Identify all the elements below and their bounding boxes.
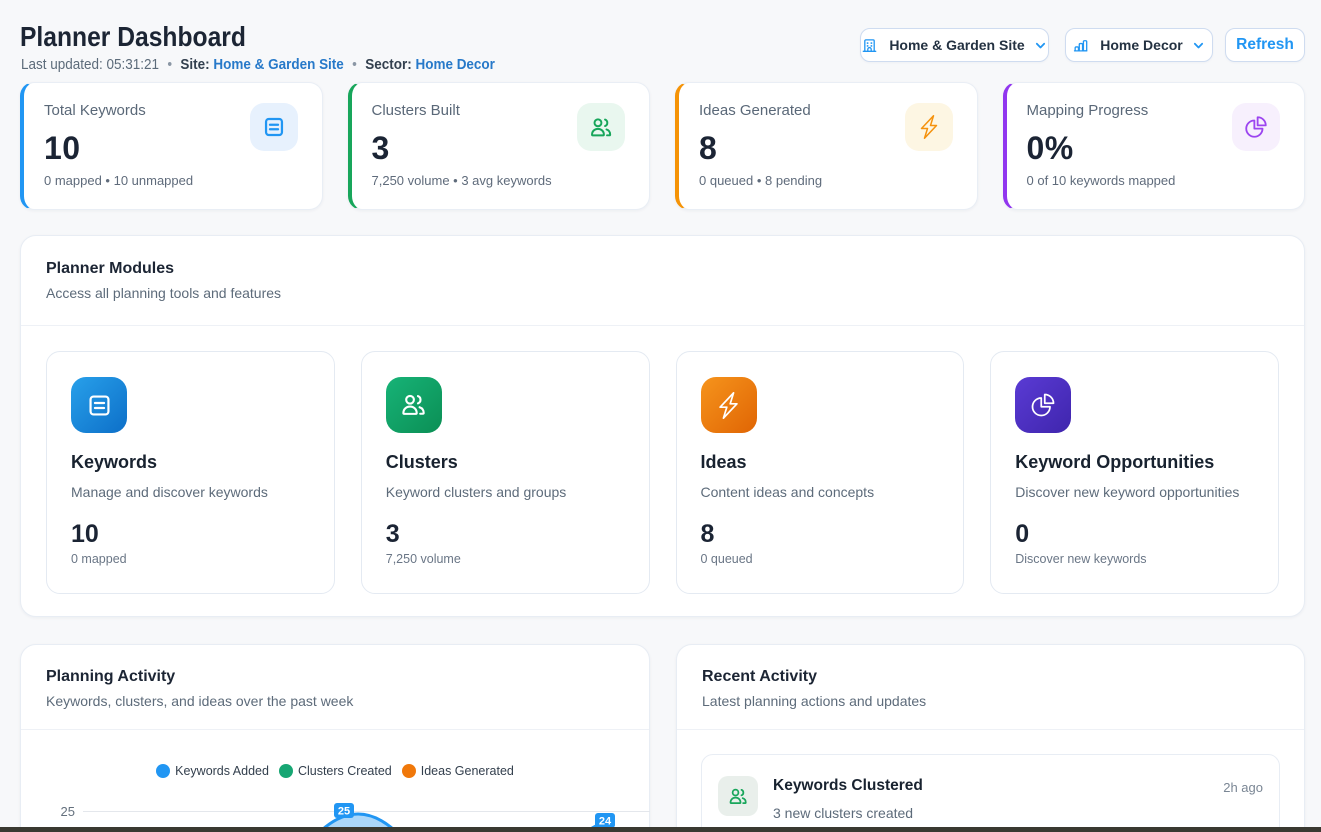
svg-text:25: 25 [338, 806, 350, 818]
svg-text:25: 25 [61, 804, 75, 819]
